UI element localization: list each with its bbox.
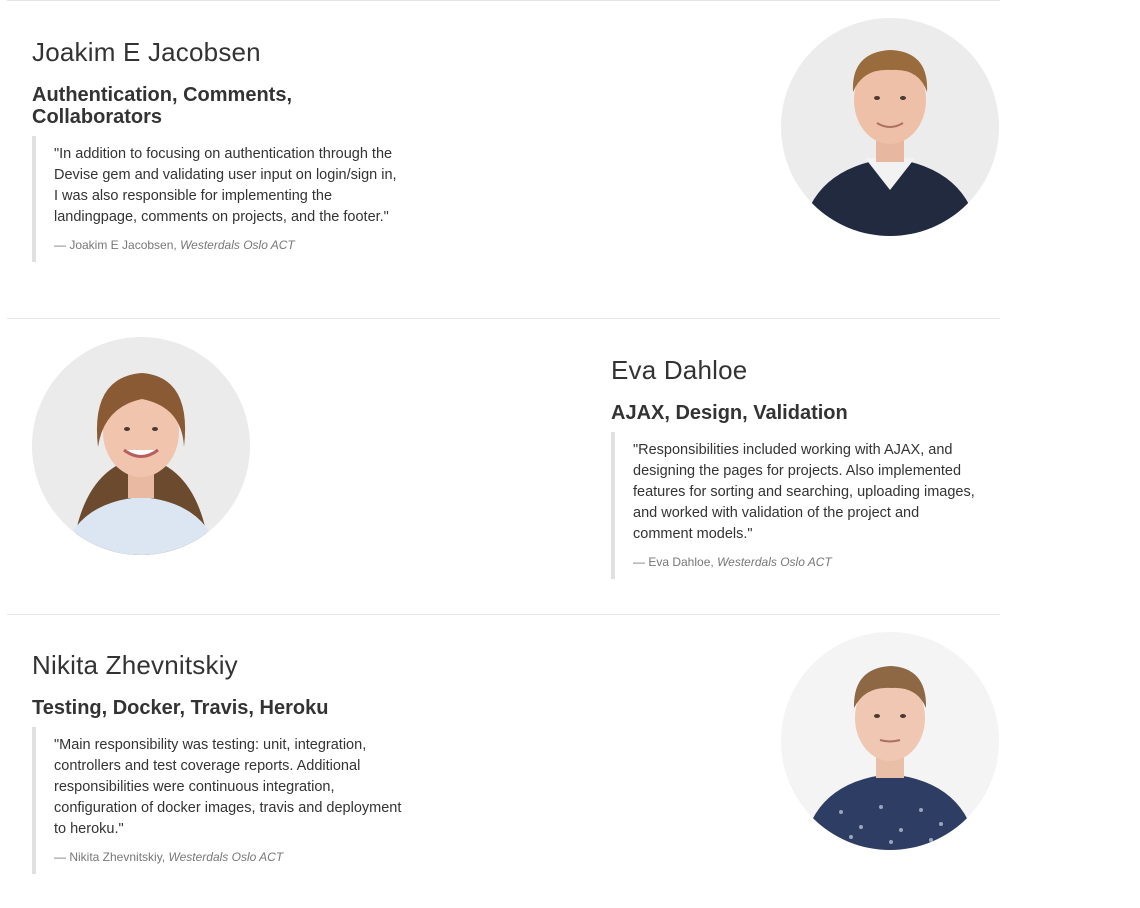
quote-footer: — Joakim E Jacobsen, Westerdals Oslo ACT — [54, 237, 402, 253]
member-info: Joakim E Jacobsen Authentication, Commen… — [32, 37, 412, 262]
quote-footer: — Nikita Zhevnitskiy, Westerdals Oslo AC… — [54, 849, 402, 865]
person-photo-icon — [32, 337, 250, 555]
quote-attribution: — Joakim E Jacobsen, — [54, 238, 177, 252]
member-role: AJAX, Design, Validation — [611, 402, 848, 424]
section-divider — [7, 0, 1000, 1]
member-quote: "Responsibilities included working with … — [611, 432, 981, 579]
member-role: Authentication, Comments, Collaborators — [32, 84, 293, 128]
member-name: Nikita Zhevnitskiy — [32, 650, 238, 680]
member-info: Eva Dahloe AJAX, Design, Validation "Res… — [611, 355, 991, 579]
section-divider — [7, 614, 1000, 615]
member-quote: "Main responsibility was testing: unit, … — [32, 727, 402, 874]
member-role: Testing, Docker, Travis, Heroku — [32, 697, 329, 719]
member-photo — [781, 18, 999, 236]
quote-text: "In addition to focusing on authenticati… — [54, 146, 397, 225]
team-page: Joakim E Jacobsen Authentication, Commen… — [0, 0, 1140, 908]
quote-text: "Responsibilities included working with … — [633, 442, 975, 542]
quote-organization: Westerdals Oslo ACT — [168, 850, 284, 864]
quote-organization: Westerdals Oslo ACT — [717, 555, 832, 569]
section-divider — [7, 318, 1000, 319]
quote-organization: Westerdals Oslo ACT — [180, 238, 295, 252]
person-photo-icon — [781, 18, 999, 236]
member-photo — [781, 632, 999, 850]
member-name: Eva Dahloe — [611, 355, 748, 385]
quote-text: "Main responsibility was testing: unit, … — [54, 737, 402, 837]
member-info: Nikita Zhevnitskiy Testing, Docker, Trav… — [32, 650, 412, 874]
quote-footer: — Eva Dahloe, Westerdals Oslo ACT — [633, 554, 981, 570]
member-photo — [32, 337, 250, 555]
quote-attribution: — Eva Dahloe, — [633, 555, 714, 569]
quote-attribution: — Nikita Zhevnitskiy, — [54, 850, 166, 864]
member-name: Joakim E Jacobsen — [32, 37, 261, 67]
person-photo-icon — [781, 632, 999, 850]
member-quote: "In addition to focusing on authenticati… — [32, 136, 402, 262]
